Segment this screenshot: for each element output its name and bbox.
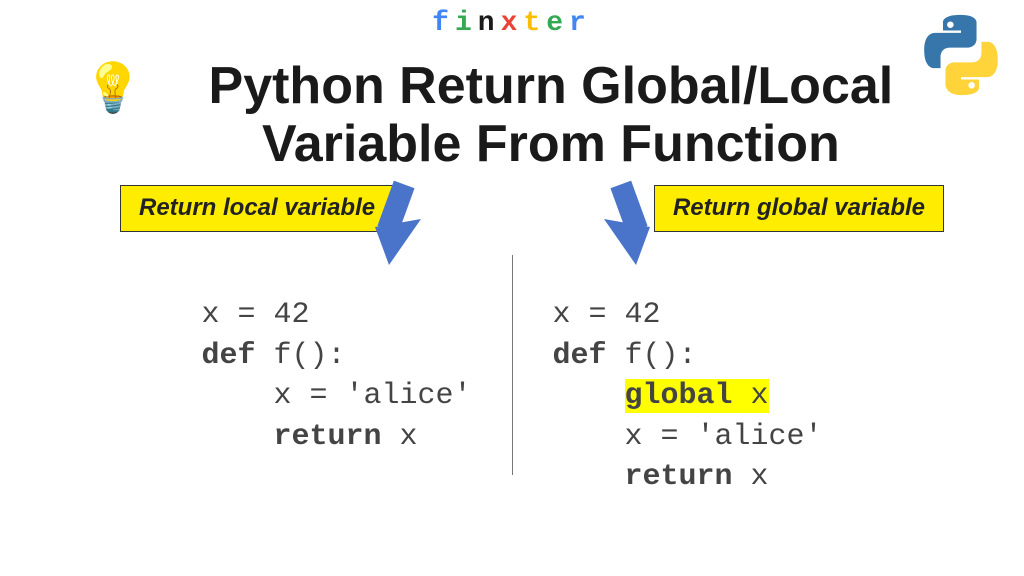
arrow-down-icon: [590, 179, 670, 269]
arrow-down-icon: [355, 179, 435, 269]
brand-logo: finxter: [0, 0, 1024, 39]
code-block-local: x = 42 def f(): x = 'alice' return x: [161, 295, 511, 457]
lightbulb-icon: 💡: [83, 65, 143, 113]
label-return-global: Return global variable: [654, 185, 944, 232]
code-block-global: x = 42 def f(): global x x = 'alice' ret…: [513, 295, 863, 498]
label-return-local: Return local variable: [120, 185, 394, 232]
page-title: Python Return Global/Local Variable From…: [161, 57, 941, 173]
python-logo-icon: [916, 10, 1006, 100]
